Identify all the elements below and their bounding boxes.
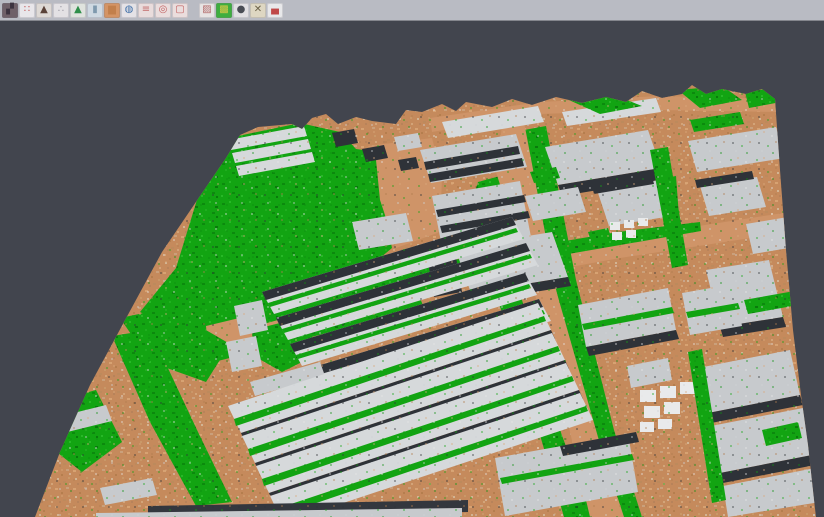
- toolbar-button-terrain-classify-icon[interactable]: ▲: [70, 3, 86, 18]
- toolbar-button-contour-lines-icon[interactable]: ≡: [138, 3, 154, 18]
- toolbar-button-sparse-points-icon[interactable]: ∴: [53, 3, 69, 18]
- viewport-container: [0, 22, 824, 517]
- point-noise-overlay: [0, 80, 824, 517]
- toolbar-button-registration-points-icon[interactable]: ∷: [19, 3, 35, 18]
- toolbar-button-cloud-pair-icon[interactable]: ▞: [2, 3, 18, 18]
- toolbar-button-measure-icon[interactable]: ✕: [250, 3, 266, 18]
- toolbar-button-classification-map-icon[interactable]: ▩: [216, 3, 232, 18]
- toolbar-button-profile-column-icon[interactable]: ▮: [87, 3, 103, 18]
- toolbar-separator: [189, 3, 199, 18]
- green-patch-left-4: [58, 290, 116, 336]
- viewport-3d-canvas[interactable]: [0, 22, 824, 517]
- application-window: ▞∷▲∴▲▮▆◍≡◎▢▨▩●✕▄: [0, 0, 824, 517]
- toolbar-button-globe-icon[interactable]: ◍: [121, 3, 137, 18]
- toolbar-button-mesh-sphere-icon[interactable]: ●: [233, 3, 249, 18]
- toolbar-button-crop-box-icon[interactable]: ▢: [172, 3, 188, 18]
- building-small-left: [8, 462, 51, 486]
- toolbar-button-grid-export-icon[interactable]: ▨: [199, 3, 215, 18]
- building-small-left: [38, 278, 92, 302]
- toolbar-button-dem-mountain-icon[interactable]: ▲: [36, 3, 52, 18]
- toolbar-button-ortho-square-icon[interactable]: ▆: [104, 3, 120, 18]
- toolbar-button-flag-icon[interactable]: ▄: [267, 3, 283, 18]
- main-toolbar: ▞∷▲∴▲▮▆◍≡◎▢▨▩●✕▄: [0, 0, 824, 21]
- toolbar-button-target-ring-icon[interactable]: ◎: [155, 3, 171, 18]
